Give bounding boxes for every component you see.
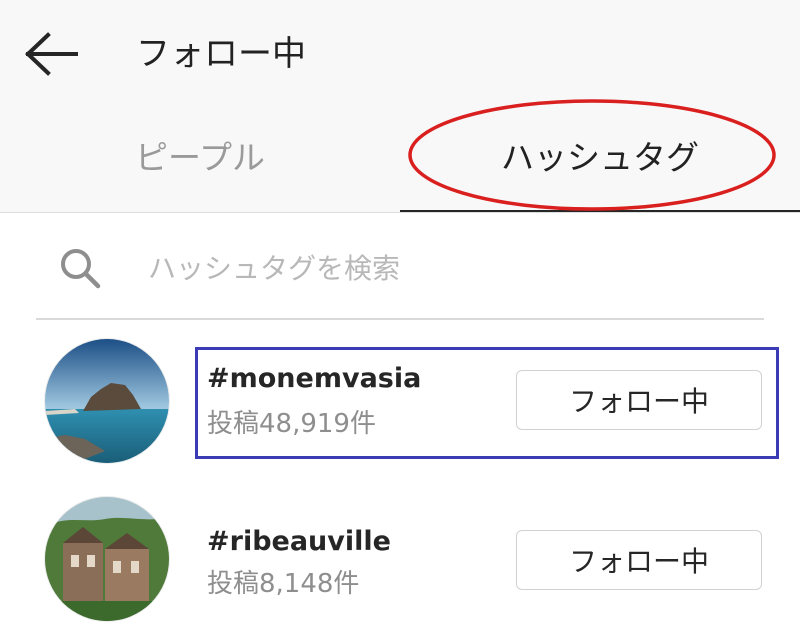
hashtag-name[interactable]: #ribeauville — [207, 524, 391, 560]
search-input[interactable] — [148, 244, 748, 292]
search-divider — [36, 318, 764, 320]
back-button[interactable] — [20, 28, 84, 80]
tab-hashtags[interactable]: ハッシュタグ — [400, 128, 800, 188]
hashtag-name[interactable]: #monemvasia — [207, 361, 421, 397]
page-title: フォロー中 — [136, 34, 306, 74]
hashtag-row[interactable]: #ribeauville 投稿8,148件 フォロー中 — [0, 490, 800, 630]
post-count: 投稿8,148件 — [207, 569, 360, 599]
header-divider — [0, 212, 800, 213]
hashtag-avatar — [45, 339, 169, 463]
post-count: 投稿48,919件 — [207, 409, 376, 439]
hashtag-avatar — [45, 497, 169, 621]
search-icon — [61, 249, 101, 289]
following-button[interactable]: フォロー中 — [516, 370, 762, 430]
tab-people[interactable]: ピープル — [0, 128, 400, 188]
arrow-left-icon — [25, 32, 78, 76]
hashtag-row[interactable]: #monemvasia 投稿48,919件 フォロー中 — [0, 330, 800, 470]
header-bar: フォロー中 ピープル ハッシュタグ — [0, 0, 800, 213]
following-button[interactable]: フォロー中 — [516, 530, 762, 590]
